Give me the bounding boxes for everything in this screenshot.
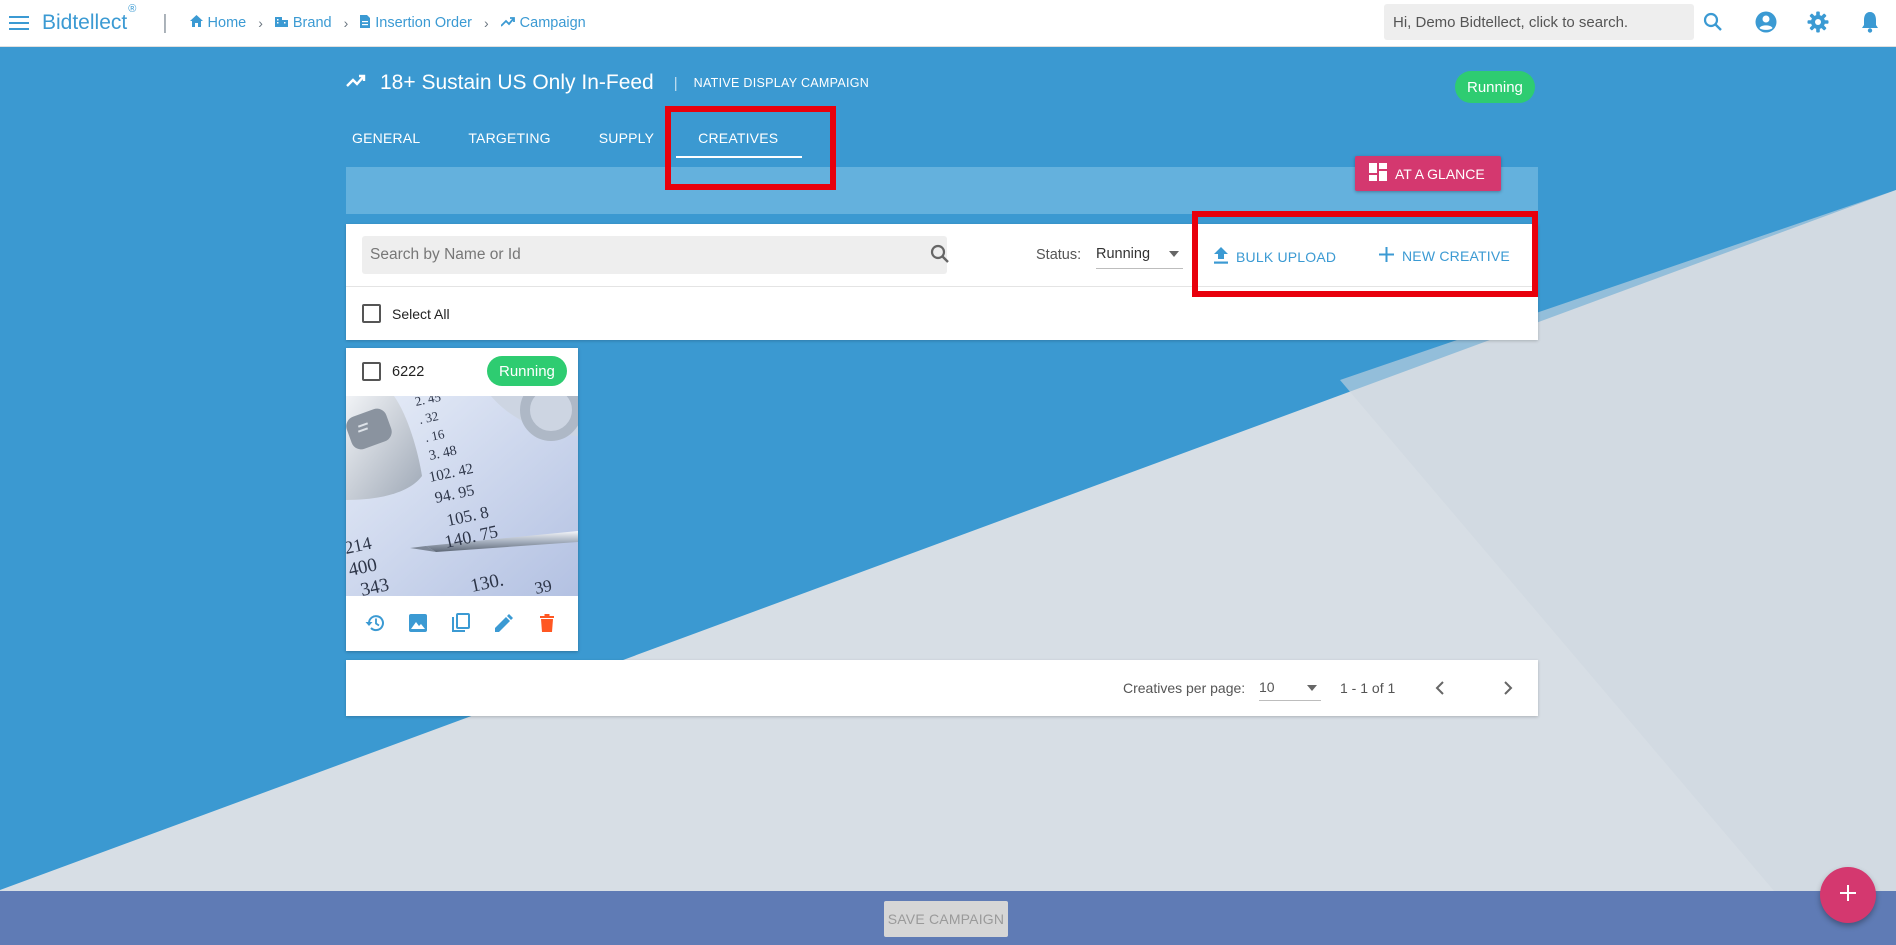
status-filter-select[interactable]: Running [1096, 239, 1183, 269]
breadcrumb-home[interactable]: Home [189, 15, 247, 31]
creative-search-input[interactable] [370, 246, 890, 264]
history-icon[interactable] [362, 610, 388, 636]
settings-icon[interactable] [1805, 9, 1831, 35]
per-page-value: 10 [1259, 679, 1275, 695]
new-creative-button[interactable]: NEW CREATIVE [1379, 247, 1510, 265]
creative-card-header: 6222 [362, 362, 424, 381]
page-background [0, 0, 1896, 945]
trending-icon [346, 74, 366, 93]
select-all-label: Select All [392, 305, 450, 322]
status-filter-value: Running [1096, 245, 1151, 262]
global-search-input[interactable]: Hi, Demo Bidtellect, click to search. [1384, 4, 1694, 40]
chevron-right-icon: › [343, 15, 349, 31]
menu-icon[interactable] [2, 6, 36, 40]
breadcrumb-label: Home [207, 15, 247, 31]
breadcrumb-campaign[interactable]: Campaign [500, 15, 586, 31]
tab-general[interactable]: GENERAL [352, 120, 420, 158]
search-icon[interactable] [1700, 9, 1726, 35]
delete-icon[interactable] [534, 610, 560, 636]
bulk-upload-label: BULK UPLOAD [1236, 249, 1337, 265]
brand-logo[interactable]: Bidtellect® [42, 3, 136, 35]
breadcrumb: Home › Brand › Insertion Order › Campaig… [189, 14, 586, 32]
notifications-icon[interactable] [1857, 9, 1883, 35]
document-icon [360, 14, 371, 32]
breadcrumb-label: Brand [292, 15, 332, 31]
add-fab-button[interactable] [1820, 867, 1876, 923]
creative-id: 6222 [392, 363, 425, 380]
next-page-icon[interactable] [1496, 676, 1520, 700]
tab-targeting[interactable]: TARGETING [468, 120, 550, 158]
search-icon[interactable] [930, 244, 950, 269]
upload-icon [1214, 247, 1228, 267]
creative-thumbnail[interactable]: 2. 45 . 32 . 16 3. 48 102. 42 94. 95 105… [346, 396, 578, 596]
tab-supply[interactable]: SUPPLY [599, 120, 654, 158]
edit-icon[interactable] [491, 610, 517, 636]
creative-status-badge: Running [487, 356, 567, 386]
select-all-row: Select All [362, 304, 450, 323]
creative-checkbox[interactable] [362, 362, 381, 381]
save-campaign-button[interactable]: SAVE CAMPAIGN [884, 901, 1008, 937]
dashboard-icon [1369, 163, 1387, 184]
page-range: 1 - 1 of 1 [1340, 680, 1396, 696]
dropdown-caret-icon [1169, 251, 1179, 257]
plus-icon [1840, 884, 1856, 906]
breadcrumb-brand[interactable]: Brand [274, 15, 332, 31]
breadcrumb-label: Campaign [519, 15, 586, 31]
chevron-right-icon: › [483, 15, 489, 31]
copy-icon[interactable] [448, 610, 474, 636]
per-page-select[interactable]: 10 [1259, 673, 1321, 701]
new-creative-label: NEW CREATIVE [1402, 248, 1510, 264]
chevron-right-icon: › [258, 15, 263, 31]
top-app-bar: Bidtellect® | Home › Brand › Insertion O… [0, 0, 1896, 47]
trending-icon [500, 15, 515, 31]
select-all-checkbox[interactable] [362, 304, 381, 323]
previous-page-icon[interactable] [1428, 676, 1452, 700]
plus-icon [1379, 247, 1394, 265]
tab-creatives[interactable]: CREATIVES [676, 120, 803, 158]
campaign-type: NATIVE DISPLAY CAMPAIGN [693, 76, 870, 90]
at-a-glance-label: AT A GLANCE [1395, 165, 1485, 182]
home-icon [189, 15, 203, 31]
status-filter-label: Status: [1036, 247, 1082, 263]
creative-card: 6222 Running 2. 45 . 32 . 16 3. 48 102. … [346, 348, 578, 651]
creative-search-field[interactable] [362, 236, 947, 274]
image-icon[interactable] [405, 610, 431, 636]
brand-trademark: ® [128, 3, 137, 15]
global-search-placeholder: Hi, Demo Bidtellect, click to search. [1393, 13, 1629, 31]
breadcrumb-insertion-order[interactable]: Insertion Order [360, 14, 472, 32]
creative-card-actions [346, 606, 578, 642]
campaign-status-badge: Running [1455, 71, 1535, 103]
account-icon[interactable] [1753, 9, 1779, 35]
dropdown-caret-icon [1307, 685, 1317, 691]
brand-name: Bidtellect [42, 11, 128, 34]
title-divider: | [673, 74, 678, 92]
creatives-toolbar: Status: Running BULK UPLOAD NEW CREATIVE… [346, 224, 1538, 340]
campaign-title: 18+ Sustain US Only In-Feed [380, 71, 654, 94]
at-a-glance-button[interactable]: AT A GLANCE [1355, 156, 1501, 191]
campaign-header: 18+ Sustain US Only In-Feed | NATIVE DIS… [346, 71, 869, 95]
breadcrumb-label: Insertion Order [375, 15, 472, 31]
brand-separator: | [162, 11, 168, 34]
per-page-label: Creatives per page: [1123, 680, 1246, 696]
brand-icon [274, 15, 288, 31]
divider [346, 286, 1538, 287]
pagination-bar: Creatives per page: 10 1 - 1 of 1 [346, 660, 1538, 716]
campaign-tabs: GENERAL TARGETING SUPPLY CREATIVES [352, 120, 826, 158]
bulk-upload-button[interactable]: BULK UPLOAD [1214, 247, 1336, 267]
